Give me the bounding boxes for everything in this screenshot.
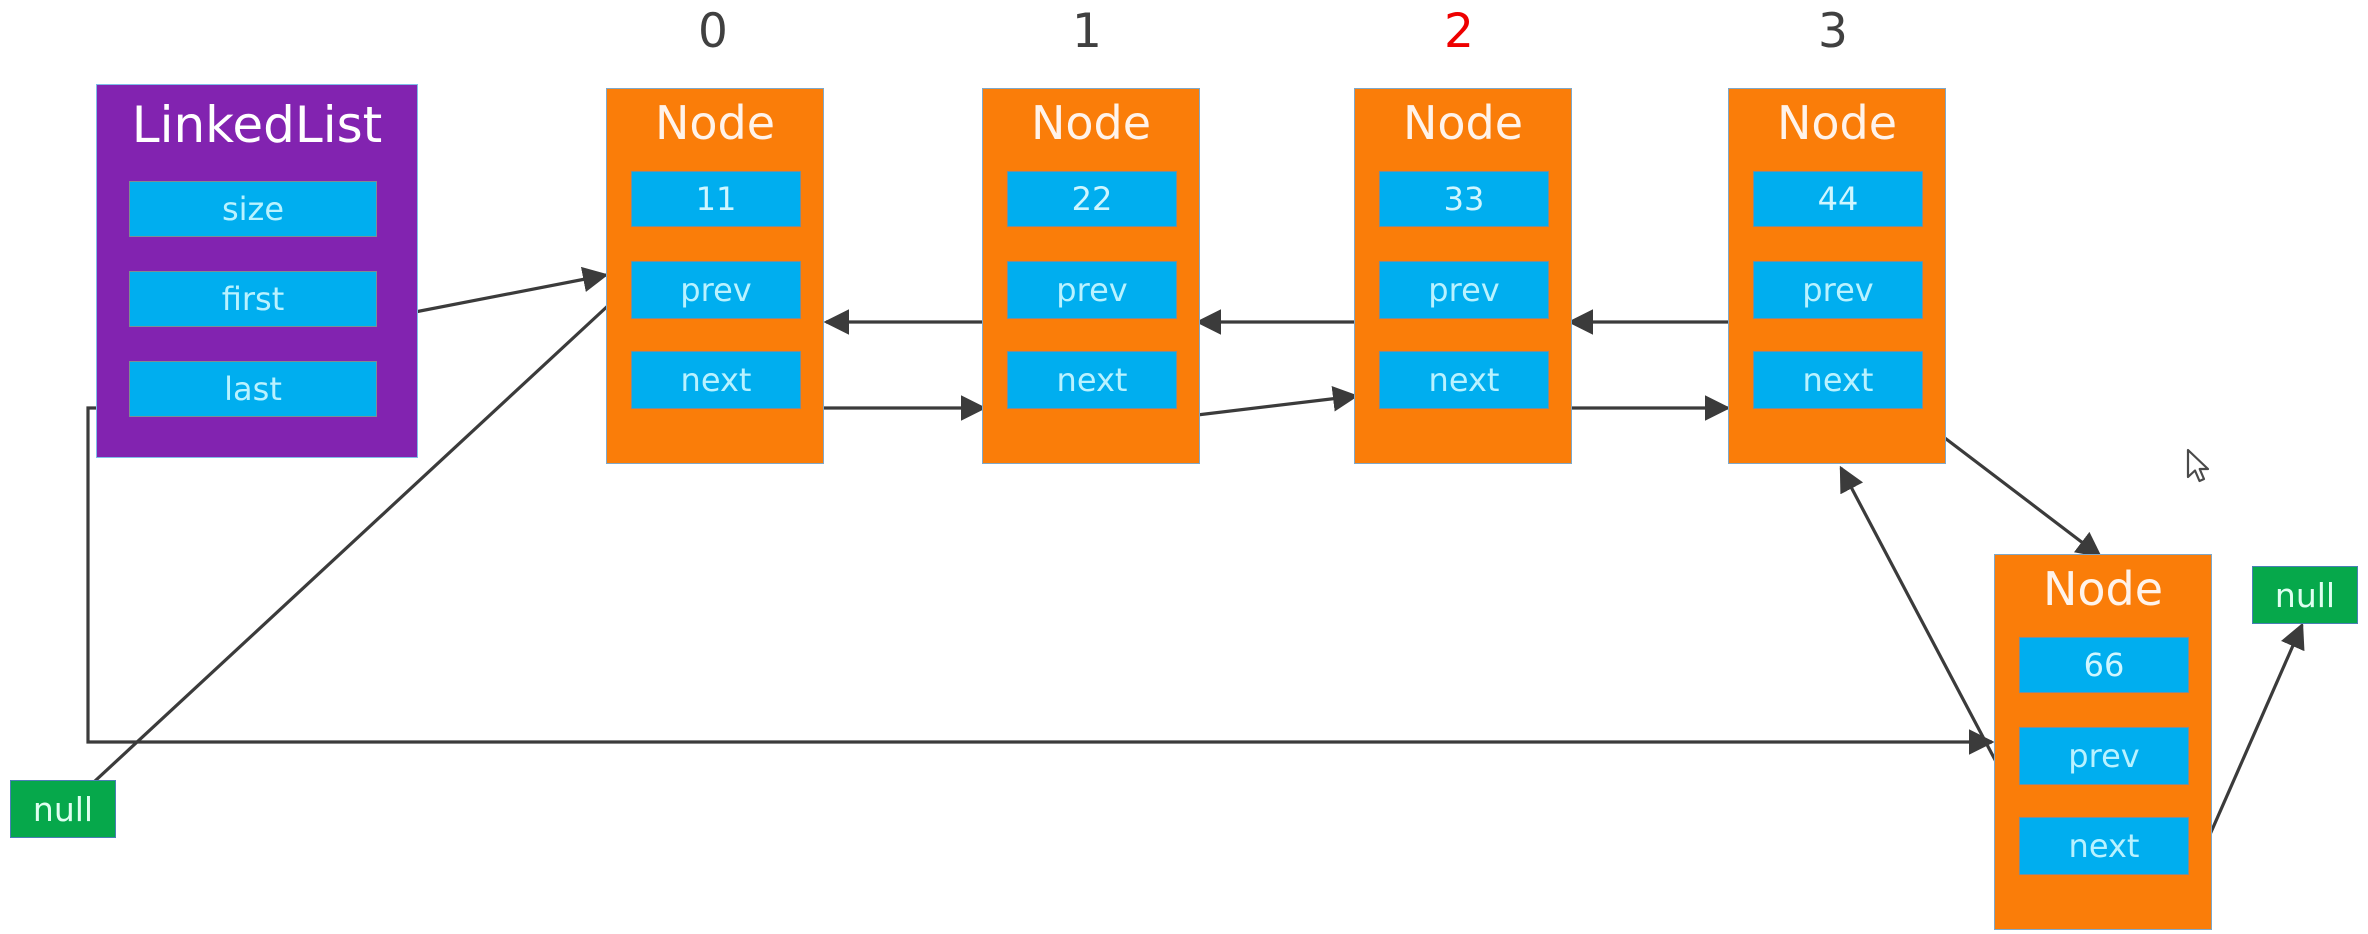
node-66-prev[interactable]: prev	[2019, 727, 2189, 785]
node-2-next[interactable]: next	[1379, 351, 1549, 409]
node-1-next[interactable]: next	[1007, 351, 1177, 409]
node-3-value[interactable]: 44	[1753, 171, 1923, 227]
node-2-prev[interactable]: prev	[1379, 261, 1549, 319]
null-box-left: null	[10, 780, 116, 838]
node-0: Node 11 prev next	[606, 88, 824, 464]
node-3-prev[interactable]: prev	[1753, 261, 1923, 319]
node-66-next[interactable]: next	[2019, 817, 2189, 875]
node-66: Node 66 prev next	[1994, 554, 2212, 930]
linkedlist-box: LinkedList size first last	[96, 84, 418, 458]
node-0-next[interactable]: next	[631, 351, 801, 409]
node-0-value[interactable]: 11	[631, 171, 801, 227]
node-1-title: Node	[1030, 96, 1152, 150]
node-1-value[interactable]: 22	[1007, 171, 1177, 227]
node-2: Node 33 prev next	[1354, 88, 1572, 464]
node-2-title: Node	[1402, 96, 1524, 150]
node-1-prev[interactable]: prev	[1007, 261, 1177, 319]
null-box-right: null	[2252, 566, 2358, 624]
node-index-3: 3	[1818, 4, 1848, 59]
linkedlist-field-last[interactable]: last	[129, 361, 377, 417]
node-66-value[interactable]: 66	[2019, 637, 2189, 693]
linkedlist-title: LinkedList	[131, 96, 383, 154]
node-index-0: 0	[698, 4, 728, 59]
linkedlist-field-size[interactable]: size	[129, 181, 377, 237]
node-index-1: 1	[1072, 4, 1102, 59]
mouse-cursor	[2186, 448, 2210, 483]
node-1: Node 22 prev next	[982, 88, 1200, 464]
node-2-value[interactable]: 33	[1379, 171, 1549, 227]
node-index-2: 2	[1444, 4, 1474, 59]
node-3: Node 44 prev next	[1728, 88, 1946, 464]
node-3-next[interactable]: next	[1753, 351, 1923, 409]
node-0-prev[interactable]: prev	[631, 261, 801, 319]
node-0-title: Node	[654, 96, 776, 150]
node-66-title: Node	[2042, 562, 2164, 616]
node-3-title: Node	[1776, 96, 1898, 150]
linkedlist-field-first[interactable]: first	[129, 271, 377, 327]
diagram-canvas: 0 1 2 3 LinkedList size first last Node …	[0, 0, 2368, 934]
